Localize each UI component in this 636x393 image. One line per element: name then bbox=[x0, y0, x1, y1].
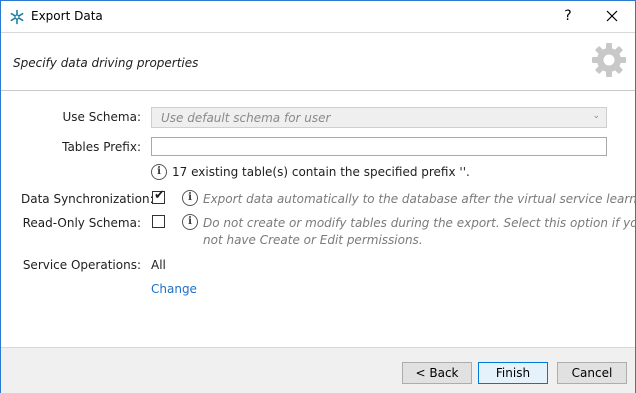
readonly-hint-line2: not have Create or Edit permissions. bbox=[203, 233, 423, 247]
prefix-note: 17 existing table(s) contain the specifi… bbox=[172, 165, 470, 179]
help-button[interactable]: ? bbox=[554, 3, 582, 29]
data-sync-checkbox[interactable]: ✔ bbox=[152, 188, 165, 204]
window-title: Export Data bbox=[31, 9, 103, 23]
data-sync-hint: Export data automatically to the databas… bbox=[203, 192, 636, 206]
close-icon bbox=[606, 10, 618, 22]
info-icon: i bbox=[182, 214, 198, 230]
service-ops-value: All bbox=[151, 258, 166, 272]
use-schema-label: Use Schema: bbox=[62, 110, 141, 124]
readonly-schema-label: Read-Only Schema: bbox=[22, 216, 141, 230]
chevron-down-icon: ⌄ bbox=[592, 111, 600, 121]
export-data-dialog: Export Data ? Specify data driving prope… bbox=[0, 0, 636, 393]
info-icon: i bbox=[151, 164, 167, 180]
title-bar: Export Data ? bbox=[1, 1, 635, 32]
gear-icon bbox=[592, 43, 626, 77]
service-ops-label: Service Operations: bbox=[22, 258, 141, 272]
close-button[interactable] bbox=[597, 3, 627, 29]
app-icon bbox=[10, 9, 24, 25]
tables-prefix-label: Tables Prefix: bbox=[62, 140, 141, 154]
finish-button[interactable]: Finish bbox=[478, 362, 548, 384]
back-button[interactable]: < Back bbox=[402, 362, 472, 384]
readonly-schema-checkbox[interactable] bbox=[152, 215, 165, 228]
change-link[interactable]: Change bbox=[151, 282, 197, 296]
header-subtitle: Specify data driving properties bbox=[13, 56, 199, 70]
tables-prefix-input[interactable] bbox=[151, 137, 607, 156]
data-sync-label: Data Synchronization: bbox=[21, 192, 154, 206]
wizard-header: Specify data driving properties bbox=[1, 32, 635, 91]
checkmark-icon: ✔ bbox=[154, 188, 165, 203]
info-icon: i bbox=[182, 190, 198, 206]
use-schema-value: Use default schema for user bbox=[161, 111, 331, 125]
use-schema-select[interactable]: Use default schema for user ⌄ bbox=[151, 107, 607, 128]
readonly-hint-line1: Do not create or modify tables during th… bbox=[203, 216, 636, 230]
cancel-button[interactable]: Cancel bbox=[557, 362, 627, 384]
dialog-footer: < Back Finish Cancel bbox=[1, 347, 635, 393]
